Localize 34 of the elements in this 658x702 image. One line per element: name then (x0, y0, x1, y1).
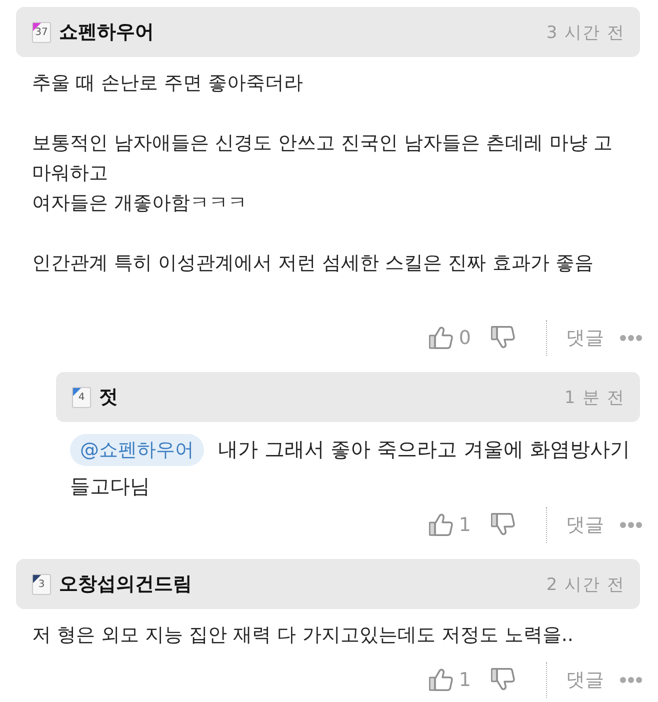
like-button[interactable]: 0 (428, 326, 471, 350)
thumbs-down-icon (491, 326, 515, 350)
author-name: 쇼펜하우어 (59, 20, 154, 45)
more-icon (620, 335, 642, 341)
more-button[interactable] (620, 335, 642, 341)
comment-text: 저 형은 외모 지능 집안 재력 다 가지고있는데도 저정도 노력을.. (31, 623, 574, 648)
more-icon (620, 522, 642, 528)
reply-button[interactable]: 댓글 (566, 325, 604, 351)
more-icon (620, 677, 642, 683)
level-number: 37 (35, 26, 48, 38)
thumbs-up-icon (428, 668, 453, 692)
more-button[interactable] (620, 677, 642, 683)
level-number: 3 (38, 578, 45, 590)
mention-link[interactable]: @쇼펜하우어 (70, 434, 204, 466)
like-button[interactable]: 1 (428, 668, 471, 692)
dislike-button[interactable] (491, 513, 515, 537)
timestamp: 2 시간 전 (546, 574, 625, 596)
comment-text: 추울 때 손난로 주면 좋아죽더라 보통적인 남자애들은 신경도 안쓰고 진국인 남자들은 츤데레 마냥 고마워하고 여자들은 개좋아함ㅋㅋㅋ 인간관계 특히 이성관계에서 저런 섬세한 스킬은 진짜 효과가 좋음 (31, 71, 614, 276)
author-name: 오창섭의건드림 (59, 572, 192, 597)
thumbs-down-icon (491, 668, 515, 692)
thumbs-up-icon (428, 513, 453, 537)
thumbs-down-icon (491, 513, 515, 537)
timestamp: 3 시간 전 (546, 22, 625, 44)
more-button[interactable] (620, 522, 642, 528)
reply-button[interactable]: 댓글 (566, 667, 604, 693)
comment-text: @쇼펜하우어 내가 그래서 좋아 죽으라고 겨울에 화염방사기 들고다님 (56, 422, 650, 505)
level-number: 4 (78, 391, 85, 403)
dislike-button[interactable] (491, 326, 515, 350)
like-button[interactable]: 1 (428, 513, 471, 537)
author-name: 젓 (99, 385, 118, 410)
dislike-button[interactable] (491, 668, 515, 692)
reply-button[interactable]: 댓글 (566, 512, 604, 538)
timestamp: 1 분 전 (564, 386, 625, 408)
thumbs-up-icon (428, 326, 453, 350)
